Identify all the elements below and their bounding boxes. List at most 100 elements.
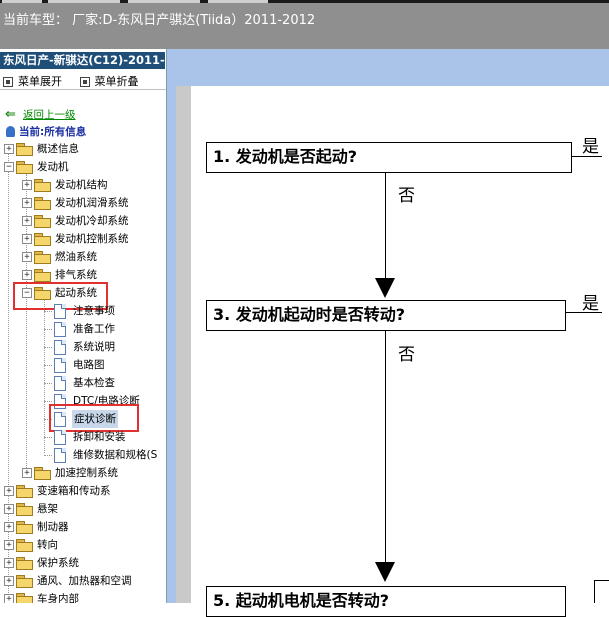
tree-guide — [44, 311, 52, 312]
folder-icon — [16, 503, 33, 516]
tree-item-suspension[interactable]: + 悬架 — [0, 500, 166, 518]
document-icon — [54, 376, 66, 391]
tree-item-accelerator-control[interactable]: + 加速控制系统 — [0, 464, 166, 482]
tree-item-wiring-diagram[interactable]: 电路图 — [0, 356, 166, 374]
tree-item-engine-control[interactable]: + 发动机控制系统 — [0, 230, 166, 248]
folder-icon — [16, 539, 33, 552]
tree-guide — [44, 347, 52, 348]
back-link[interactable]: 返回上一级 — [23, 106, 76, 124]
expand-icon[interactable]: + — [4, 576, 14, 586]
expand-icon[interactable]: + — [4, 522, 14, 532]
document-margin — [176, 86, 191, 603]
expand-icon[interactable]: + — [22, 198, 32, 208]
tree-item-label: 发动机 — [37, 161, 69, 173]
sidebar-divider — [0, 89, 166, 90]
expand-icon[interactable]: + — [22, 234, 32, 244]
tree-item-label: 转向 — [37, 539, 58, 551]
tree-item-service-data[interactable]: 维修数据和规格(S — [0, 446, 166, 464]
folder-icon — [16, 593, 33, 603]
document-icon — [54, 340, 66, 355]
tree-item-engine[interactable]: − 发动机 — [0, 158, 166, 176]
tree-item-fuel[interactable]: + 燃油系统 — [0, 248, 166, 266]
tree-item-label: 发动机冷却系统 — [55, 215, 129, 227]
tree-item-precautions[interactable]: 注意事项 — [0, 302, 166, 320]
tree-item-protection[interactable]: + 保护系统 — [0, 554, 166, 572]
tree-item-label: 发动机控制系统 — [55, 233, 129, 245]
tree-item-basic-inspection[interactable]: 基本检查 — [0, 374, 166, 392]
tree-item-system-description[interactable]: 系统说明 — [0, 338, 166, 356]
back-link-row[interactable]: ⇐ 返回上一级 — [3, 106, 163, 124]
expand-icon[interactable]: + — [4, 504, 14, 514]
tree-item-transmission[interactable]: + 变速箱和传动系 — [0, 482, 166, 500]
arrow-down-icon — [375, 278, 395, 298]
expand-icon[interactable]: + — [22, 252, 32, 262]
folder-icon — [34, 269, 51, 282]
folder-icon — [34, 233, 51, 246]
tree-item-label: 加速控制系统 — [55, 467, 118, 479]
folder-icon — [34, 467, 51, 480]
expand-icon[interactable]: + — [4, 594, 14, 603]
tree-item-label: 燃油系统 — [55, 251, 97, 263]
tree-item-hvac[interactable]: + 通风、加热器和空调 — [0, 572, 166, 590]
tree-guide — [44, 383, 52, 384]
collapse-all-button[interactable]: 菜单折叠 — [79, 75, 139, 88]
flowchart-canvas: 1. 发动机是否起动? 是 否 3. 发动机起动时是否转动? 是 否 5. 起动… — [176, 86, 609, 617]
tree-item-label: 基本检查 — [73, 377, 115, 389]
tree-item-label: 发动机结构 — [55, 179, 108, 191]
tree-item-brakes[interactable]: + 制动器 — [0, 518, 166, 536]
document-icon — [54, 304, 66, 319]
tree-item-label: 通风、加热器和空调 — [37, 575, 132, 587]
folder-icon — [16, 143, 33, 156]
expand-all-label: 菜单展开 — [18, 75, 62, 88]
tree-item-label: 维修数据和规格(S — [73, 449, 158, 461]
content-area: 1. 发动机是否起动? 是 否 3. 发动机起动时是否转动? 是 否 5. 起动… — [167, 49, 609, 617]
folder-icon — [16, 575, 33, 588]
tree-guide — [44, 329, 52, 330]
tree-item-steering[interactable]: + 转向 — [0, 536, 166, 554]
expand-icon[interactable]: + — [22, 270, 32, 280]
no-label: 否 — [398, 186, 415, 206]
tree-item-lubrication[interactable]: + 发动机润滑系统 — [0, 194, 166, 212]
tree-item-cooling[interactable]: + 发动机冷却系统 — [0, 212, 166, 230]
current-location-row: 当前:所有信息 — [3, 123, 163, 141]
tree-item-overview[interactable]: + 概述信息 — [0, 140, 166, 158]
yes-label: 是 — [582, 294, 599, 314]
tree-item-label: 制动器 — [37, 521, 69, 533]
no-connector — [385, 173, 386, 278]
no-connector — [385, 331, 386, 562]
expand-icon[interactable]: + — [22, 216, 32, 226]
flowchart-step-3: 3. 发动机起动时是否转动? — [206, 300, 566, 331]
tree-item-label: 发动机润滑系统 — [55, 197, 129, 209]
tree-item-preparation[interactable]: 准备工作 — [0, 320, 166, 338]
tree-item-label: 准备工作 — [73, 323, 115, 335]
tree-item-label: 电路图 — [73, 359, 105, 371]
expand-icon[interactable]: + — [22, 180, 32, 190]
tree-item-label: 系统说明 — [73, 341, 115, 353]
current-vehicle-title: 当前车型： 厂家:D-东风日产骐达(Tiida）2011-2012 — [3, 13, 316, 28]
flowchart-step-1: 1. 发动机是否起动? — [206, 142, 572, 173]
collapse-icon[interactable]: − — [4, 162, 14, 172]
expand-icon[interactable]: + — [4, 558, 14, 568]
tree-item-removal-installation[interactable]: 拆卸和安装 — [0, 428, 166, 446]
tree-item-engine-structure[interactable]: + 发动机结构 — [0, 176, 166, 194]
folder-open-icon — [16, 161, 33, 174]
yes-label: 是 — [582, 137, 599, 157]
sidebar-title: 东风日产-新骐达(C12)-2011- — [0, 52, 165, 69]
navigation-sidebar: 东风日产-新骐达(C12)-2011- 菜单展开 菜单折叠 ⇐ 返回上一级 当前… — [0, 49, 167, 603]
expand-icon[interactable]: + — [4, 486, 14, 496]
tree-item-body-interior[interactable]: + 车身内部 — [0, 590, 166, 603]
tree-item-label: 变速箱和传动系 — [37, 485, 111, 497]
yes-connector — [594, 580, 595, 603]
title-bar: 当前车型： 厂家:D-东风日产骐达(Tiida）2011-2012 — [0, 0, 609, 49]
flowchart-step-5: 5. 起动机电机是否转动? — [206, 586, 566, 617]
no-label: 否 — [398, 345, 415, 365]
expand-all-button[interactable]: 菜单展开 — [3, 75, 62, 88]
tree-item-label: 悬架 — [37, 503, 58, 515]
collapse-icon — [79, 77, 90, 87]
document-icon — [54, 358, 66, 373]
expand-icon[interactable]: + — [22, 468, 32, 478]
collapse-all-label: 菜单折叠 — [94, 75, 139, 88]
expand-icon[interactable]: + — [4, 540, 14, 550]
menu-toggle-row: 菜单展开 菜单折叠 — [3, 73, 153, 89]
expand-icon[interactable]: + — [4, 144, 14, 154]
